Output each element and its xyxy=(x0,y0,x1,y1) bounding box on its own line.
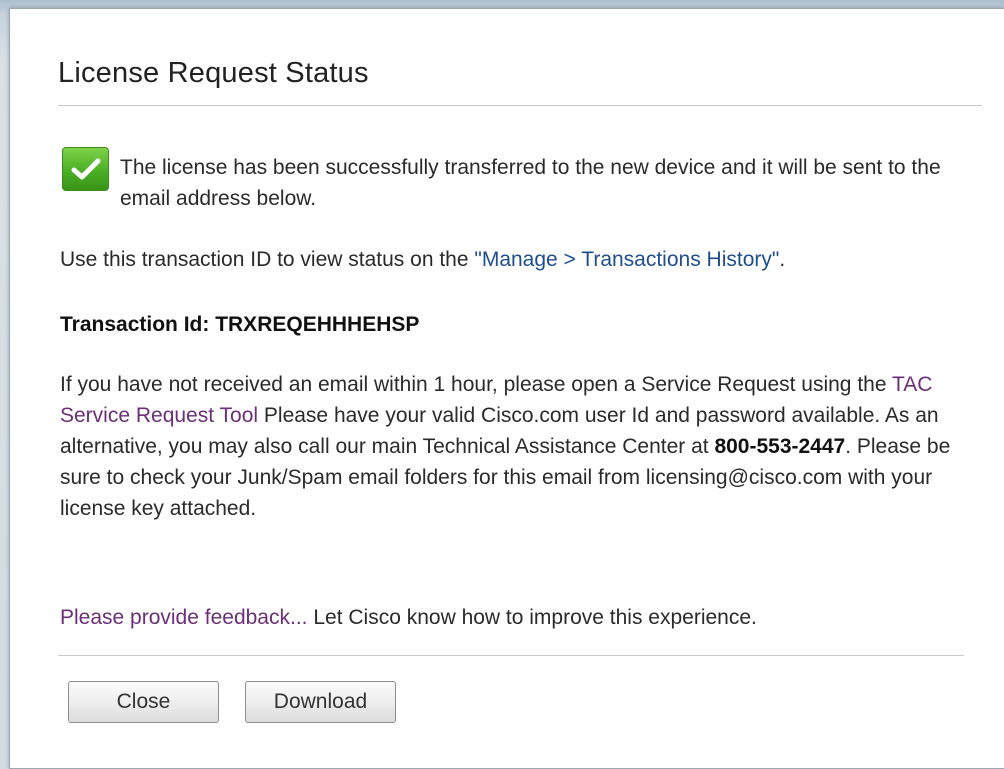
transaction-intro-text: Use this transaction ID to view status o… xyxy=(60,248,475,271)
license-request-status-dialog: License Request Status The license has b… xyxy=(9,8,1004,769)
success-message: The license has been successfully transf… xyxy=(120,156,941,210)
title-divider xyxy=(58,105,982,106)
transaction-intro-end: . xyxy=(779,248,786,271)
footer-divider xyxy=(58,655,964,656)
feedback-text: Let Cisco know how to improve this exper… xyxy=(307,606,757,629)
transaction-instructions: Use this transaction ID to view status o… xyxy=(60,244,960,275)
tac-phone-number: 800-553-2447 xyxy=(714,435,846,458)
checkmark-icon xyxy=(62,147,109,191)
provide-feedback-link[interactable]: Please provide feedback... xyxy=(60,606,308,629)
help-message: If you have not received an email within… xyxy=(60,369,980,524)
dialog-title: License Request Status xyxy=(58,57,369,89)
transaction-id: Transaction Id: TRXREQEHHHEHSP xyxy=(60,313,420,336)
close-button[interactable]: Close xyxy=(68,681,219,723)
feedback-line: Please provide feedback... Let Cisco kno… xyxy=(60,602,980,633)
help-text-part1: If you have not received an email within… xyxy=(60,373,892,396)
download-button[interactable]: Download xyxy=(245,681,396,723)
manage-transactions-history-link[interactable]: "Manage > Transactions History" xyxy=(474,248,779,271)
